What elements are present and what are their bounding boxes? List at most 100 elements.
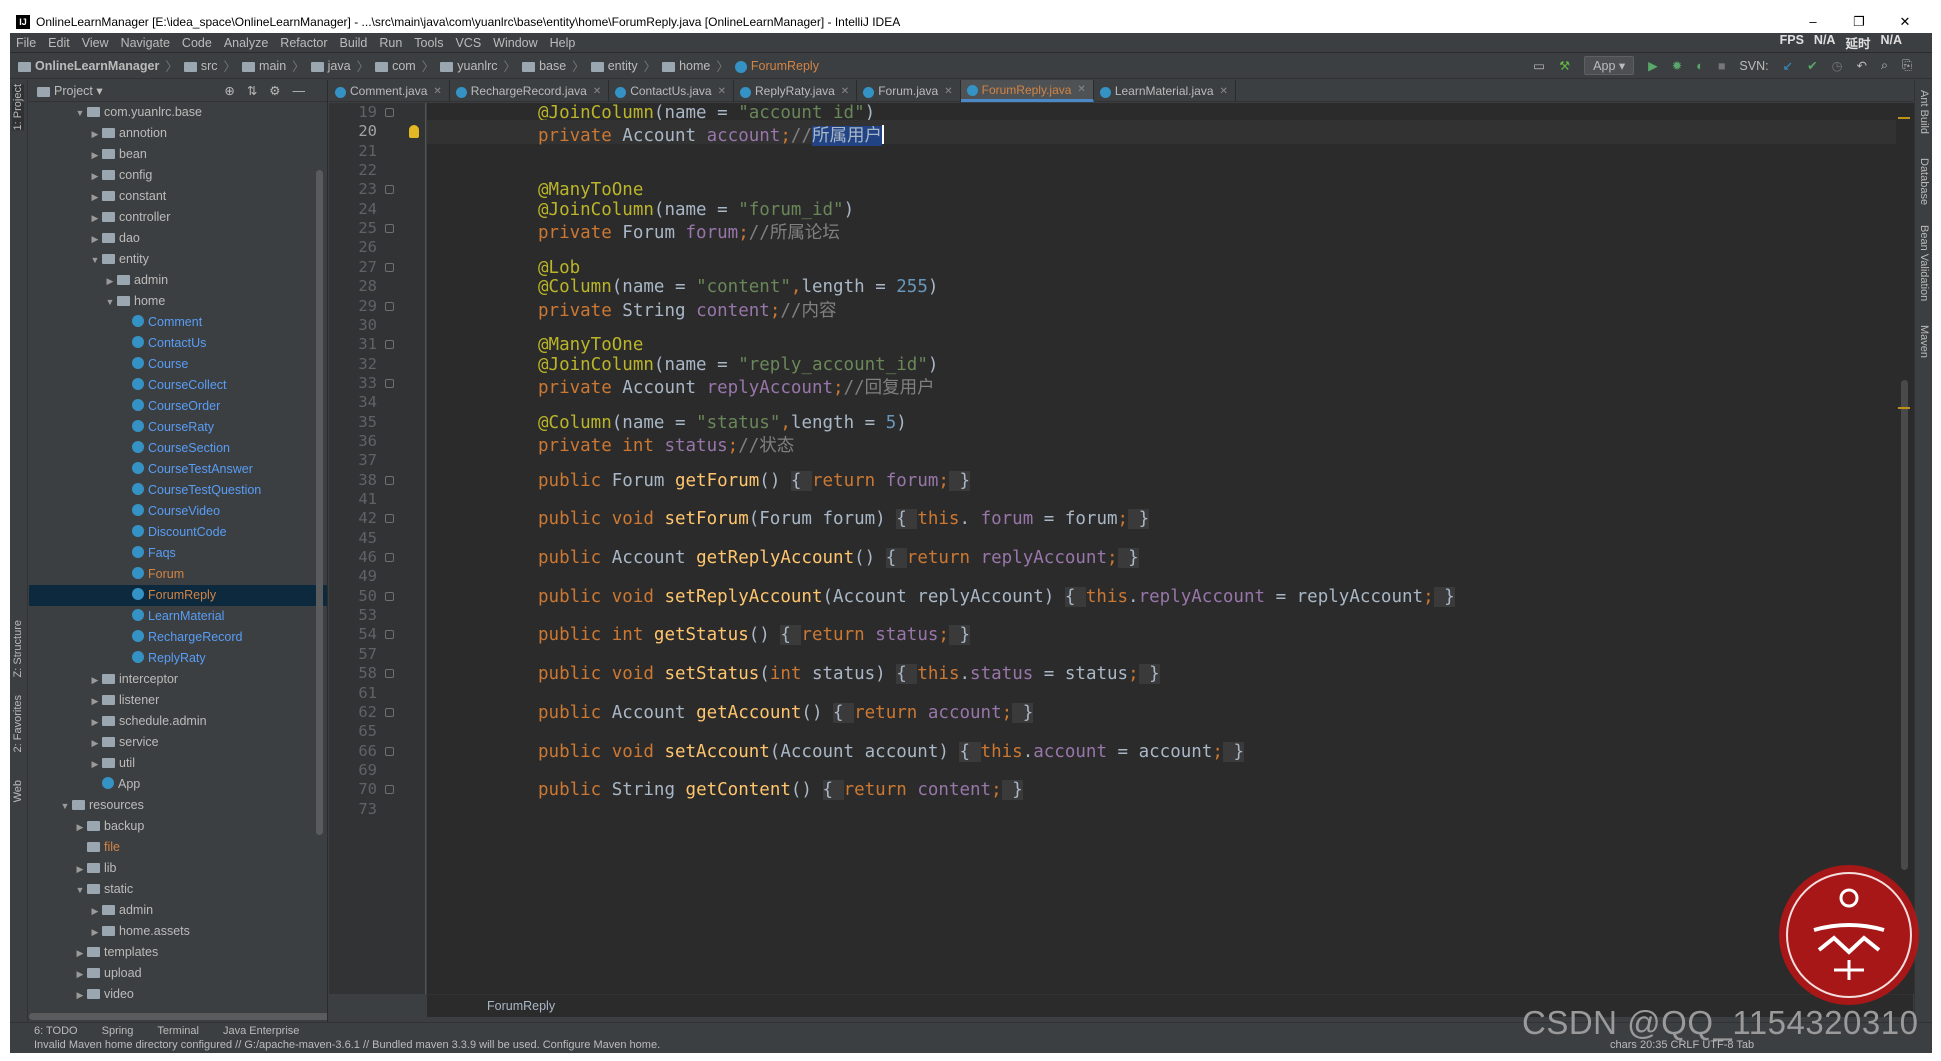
expand-right-icon[interactable]: ▶ xyxy=(88,166,102,187)
svn-commit-icon[interactable]: ✔ xyxy=(1807,58,1817,73)
menu-code[interactable]: Code xyxy=(176,36,218,50)
tree-item[interactable]: ▶ upload xyxy=(29,963,327,984)
code-line[interactable]: public int getStatus() { return status; … xyxy=(538,625,971,646)
line-number[interactable]: 73 xyxy=(329,800,377,818)
code-line[interactable]: public Account getReplyAccount() { retur… xyxy=(538,548,1139,569)
tree-item[interactable]: CourseVideo xyxy=(29,501,327,522)
expand-right-icon[interactable]: ▶ xyxy=(103,271,117,292)
tree-item[interactable]: Course xyxy=(29,354,327,375)
restore-button[interactable]: ❐ xyxy=(1836,10,1882,33)
tree-item[interactable]: ▶ service xyxy=(29,732,327,753)
menu-view[interactable]: View xyxy=(76,36,115,50)
expand-right-icon[interactable]: ▶ xyxy=(73,985,87,1006)
tree-item[interactable]: ▶ interceptor xyxy=(29,669,327,690)
close-tab-icon[interactable]: ✕ xyxy=(841,86,849,97)
editor-tab[interactable]: ForumReply.java ✕ xyxy=(960,80,1094,102)
fold-marker-icon[interactable] xyxy=(385,475,394,485)
line-number[interactable]: 58 xyxy=(329,664,377,682)
menu-run[interactable]: Run xyxy=(373,36,408,50)
tree-item[interactable]: Faqs xyxy=(29,543,327,564)
tree-item[interactable]: ▶ home.assets xyxy=(29,921,327,942)
project-view-select[interactable]: Project ▾ xyxy=(54,83,103,98)
todo-tool-button[interactable]: 6: TODO xyxy=(34,1025,78,1037)
tree-item[interactable]: CourseTestQuestion xyxy=(29,480,327,501)
breadcrumb-java[interactable]: java 〉 xyxy=(308,56,372,75)
breadcrumb-forumreply[interactable]: ForumReply xyxy=(732,59,822,73)
warning-marker[interactable] xyxy=(1898,117,1910,119)
line-number[interactable]: 22 xyxy=(329,161,377,179)
java-enterprise-tool-button[interactable]: Java Enterprise xyxy=(223,1025,299,1037)
fold-marker-icon[interactable] xyxy=(385,707,394,717)
tree-item[interactable]: ▶ listener xyxy=(29,690,327,711)
search-icon[interactable]: ⌕ xyxy=(1881,58,1888,73)
fold-marker-icon[interactable] xyxy=(385,785,394,795)
expand-right-icon[interactable]: ▶ xyxy=(73,817,87,838)
tree-item[interactable]: ContactUs xyxy=(29,333,327,354)
tree-item[interactable]: CourseOrder xyxy=(29,396,327,417)
tree-item[interactable]: ▶ admin xyxy=(29,900,327,921)
code-line[interactable]: public Account getAccount() { return acc… xyxy=(538,702,1034,723)
warning-marker[interactable] xyxy=(1898,407,1910,409)
tree-item[interactable]: ▶ constant xyxy=(29,186,327,207)
menu-navigate[interactable]: Navigate xyxy=(115,36,176,50)
tree-item[interactable]: ▶ lib xyxy=(29,858,327,879)
close-tab-icon[interactable]: ✕ xyxy=(593,86,601,97)
tree-item[interactable]: ▶ backup xyxy=(29,816,327,837)
code-line[interactable]: public Forum getForum() { return forum; … xyxy=(538,470,971,491)
menu-edit[interactable]: Edit xyxy=(42,36,76,50)
breadcrumb-src[interactable]: src 〉 xyxy=(181,56,239,75)
code-line[interactable]: public void setStatus(int status) { this… xyxy=(538,664,1160,685)
expand-right-icon[interactable]: ▶ xyxy=(73,943,87,964)
editor-tab[interactable]: LearnMaterial.java ✕ xyxy=(1094,80,1236,102)
tree-item[interactable]: CourseCollect xyxy=(29,375,327,396)
spring-tool-button[interactable]: Spring xyxy=(102,1025,134,1037)
editor-gutter[interactable]: 19 20 21 22 23 24 25 26 27 28 29 30 31 32 33 34 35 36 37 38… xyxy=(329,103,426,994)
tree-item[interactable]: CourseTestAnswer xyxy=(29,459,327,480)
code-line[interactable]: @JoinColumn(name = "reply_account_id") xyxy=(538,355,938,375)
line-number[interactable]: 70 xyxy=(329,780,377,798)
line-number[interactable]: 35 xyxy=(329,413,377,431)
tree-item[interactable]: DiscountCode xyxy=(29,522,327,543)
tree-item[interactable]: ▼ com.yuanlrc.base xyxy=(29,102,327,123)
breadcrumb-project[interactable]: OnlineLearnManager 〉 xyxy=(10,56,181,75)
editor-scroll-thumb[interactable] xyxy=(1901,380,1908,870)
code-line[interactable]: private Account account;//所属用户 xyxy=(538,122,884,147)
line-number[interactable]: 66 xyxy=(329,742,377,760)
svn-update-icon[interactable]: ↙ xyxy=(1783,58,1793,73)
fold-marker-icon[interactable] xyxy=(385,514,394,524)
line-number[interactable]: 65 xyxy=(329,722,377,740)
expand-right-icon[interactable]: ▶ xyxy=(88,187,102,208)
line-number[interactable]: 21 xyxy=(329,142,377,160)
fold-marker-icon[interactable] xyxy=(385,108,394,117)
menu-build[interactable]: Build xyxy=(334,36,374,50)
close-tab-icon[interactable]: ✕ xyxy=(1077,84,1085,95)
build-hammer-icon[interactable]: ⚒ xyxy=(1559,58,1570,73)
line-number[interactable]: 49 xyxy=(329,567,377,585)
code-line[interactable]: @Column(name = "status",length = 5) xyxy=(538,413,907,433)
menu-tools[interactable]: Tools xyxy=(408,36,449,50)
fold-marker-icon[interactable] xyxy=(385,553,394,563)
line-number[interactable]: 37 xyxy=(329,451,377,469)
tree-item[interactable]: Forum xyxy=(29,564,327,585)
project-panel-actions[interactable]: ⊕⇅⚙— xyxy=(224,83,317,98)
expand-right-icon[interactable]: ▶ xyxy=(88,124,102,145)
line-number[interactable]: 36 xyxy=(329,432,377,450)
line-number[interactable]: 69 xyxy=(329,761,377,779)
expand-right-icon[interactable]: ▶ xyxy=(88,922,102,943)
tree-item[interactable]: ▶ util xyxy=(29,753,327,774)
tree-item[interactable]: App xyxy=(29,774,327,795)
minimize-button[interactable]: – xyxy=(1790,10,1836,33)
menu-refactor[interactable]: Refactor xyxy=(274,36,333,50)
expand-right-icon[interactable]: ▶ xyxy=(88,901,102,922)
menu-file[interactable]: File xyxy=(10,36,42,50)
tree-item[interactable]: file xyxy=(29,837,327,858)
fold-marker-icon[interactable] xyxy=(385,262,394,272)
line-number[interactable]: 28 xyxy=(329,277,377,295)
code-line[interactable]: @Lob xyxy=(538,258,580,278)
tree-item[interactable]: ▶ templates xyxy=(29,942,327,963)
code-line[interactable]: public void setForum(Forum forum) { this… xyxy=(538,509,1150,530)
close-tab-icon[interactable]: ✕ xyxy=(718,86,726,97)
tree-item[interactable]: ▶ admin xyxy=(29,270,327,291)
editor-tab[interactable]: Forum.java ✕ xyxy=(857,80,961,102)
tree-item[interactable]: CourseRaty xyxy=(29,417,327,438)
